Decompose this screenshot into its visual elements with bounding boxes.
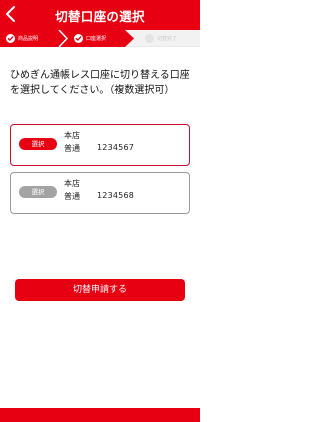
footer-bar xyxy=(0,408,200,422)
app-header: 切替口座の選択 xyxy=(0,0,200,30)
account-type: 普通 xyxy=(64,192,80,201)
step-label: 切替完了 xyxy=(157,36,178,42)
step-label: 商品説明 xyxy=(18,36,39,42)
account-card[interactable]: 選択 本店 普通 1234567 xyxy=(10,124,190,166)
select-badge[interactable]: 選択 xyxy=(19,186,57,198)
branch-name: 本店 xyxy=(64,179,80,188)
step-account-selection: 口座選択 xyxy=(74,30,106,47)
account-number: 1234567 xyxy=(97,143,135,152)
instruction-text: ひめぎん通帳レス口座に切り替える口座を選択してください。（複数選択可） xyxy=(10,70,190,96)
check-icon xyxy=(74,34,83,43)
check-icon xyxy=(6,34,15,43)
account-number: 1234568 xyxy=(97,191,135,200)
page-title: 切替口座の選択 xyxy=(55,9,145,24)
step-switch-complete: 切替完了 xyxy=(145,30,177,47)
circle-icon xyxy=(145,34,154,43)
step-product-description: 商品説明 xyxy=(6,30,38,47)
account-type: 普通 xyxy=(64,144,80,153)
account-card[interactable]: 選択 本店 普通 1234568 xyxy=(10,172,190,214)
progress-steps: 商品説明 口座選択 切替完了 xyxy=(0,30,200,47)
submit-switch-button[interactable]: 切替申請する xyxy=(15,279,185,301)
branch-name: 本店 xyxy=(64,131,80,140)
select-badge[interactable]: 選択 xyxy=(19,138,57,150)
step-label: 口座選択 xyxy=(86,36,107,42)
